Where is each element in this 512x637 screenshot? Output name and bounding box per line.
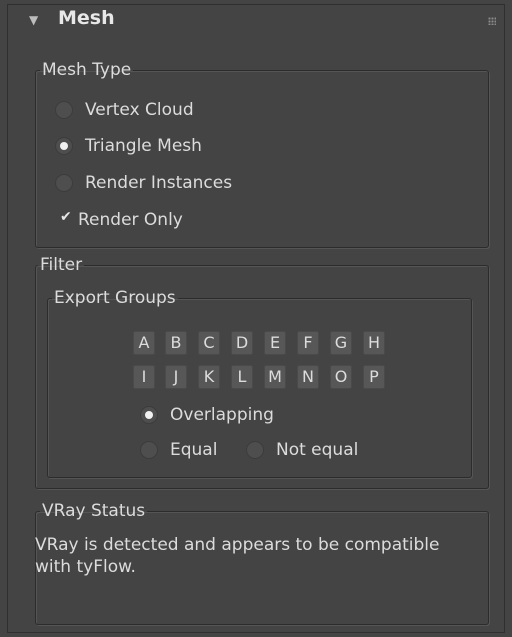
radio-overlapping[interactable]: Overlapping: [140, 405, 274, 425]
group-button-e[interactable]: E: [264, 331, 286, 355]
export-groups-legend: Export Groups: [54, 288, 176, 308]
group-button-k[interactable]: K: [198, 365, 220, 389]
radio-vertex-cloud[interactable]: Vertex Cloud: [55, 100, 194, 120]
radio-button[interactable]: [246, 441, 264, 459]
radio-button-selected[interactable]: [55, 137, 73, 155]
radio-render-instances[interactable]: Render Instances: [55, 173, 232, 193]
drag-grip-icon[interactable]: [488, 17, 496, 25]
group-button-p[interactable]: P: [363, 365, 385, 389]
group-button-f[interactable]: F: [297, 331, 319, 355]
group-button-d[interactable]: D: [231, 331, 253, 355]
rollout-header-mesh[interactable]: ▼ Mesh: [8, 5, 504, 53]
render-only-checkbox-row[interactable]: ✔ Render Only: [60, 209, 183, 230]
render-only-checkbox[interactable]: ✔: [60, 209, 74, 227]
radio-triangle-mesh[interactable]: Triangle Mesh: [55, 136, 202, 156]
radio-label: Triangle Mesh: [85, 136, 202, 156]
radio-label: Render Instances: [85, 173, 233, 193]
radio-equal[interactable]: Equal: [140, 440, 217, 460]
rollout-title: Mesh: [58, 7, 115, 29]
radio-button-selected[interactable]: [140, 406, 158, 424]
mesh-type-legend: Mesh Type: [42, 60, 132, 80]
filter-legend: Filter: [40, 255, 83, 275]
render-only-label: Render Only: [78, 210, 183, 230]
group-button-b[interactable]: B: [165, 331, 187, 355]
radio-button[interactable]: [55, 101, 73, 119]
group-button-l[interactable]: L: [231, 365, 253, 389]
radio-label: Vertex Cloud: [85, 100, 194, 120]
group-button-a[interactable]: A: [133, 331, 155, 355]
group-button-m[interactable]: M: [264, 365, 286, 389]
group-button-o[interactable]: O: [330, 365, 352, 389]
radio-label: Overlapping: [170, 405, 274, 425]
radio-label: Equal: [170, 440, 218, 460]
checkmark-icon: ✔: [60, 209, 72, 225]
group-button-i[interactable]: I: [133, 365, 155, 389]
vray-status-legend: VRay Status: [42, 501, 146, 521]
vray-status-text: VRay is detected and appears to be compa…: [35, 535, 440, 577]
group-button-g[interactable]: G: [330, 331, 352, 355]
group-button-j[interactable]: J: [165, 365, 187, 389]
radio-not-equal[interactable]: Not equal: [246, 440, 358, 460]
group-button-h[interactable]: H: [363, 331, 385, 355]
group-button-c[interactable]: C: [198, 331, 220, 355]
radio-button[interactable]: [140, 441, 158, 459]
radio-label: Not equal: [276, 440, 359, 460]
radio-button[interactable]: [55, 174, 73, 192]
group-button-n[interactable]: N: [297, 365, 319, 389]
collapse-arrow-icon[interactable]: ▼: [29, 13, 38, 27]
